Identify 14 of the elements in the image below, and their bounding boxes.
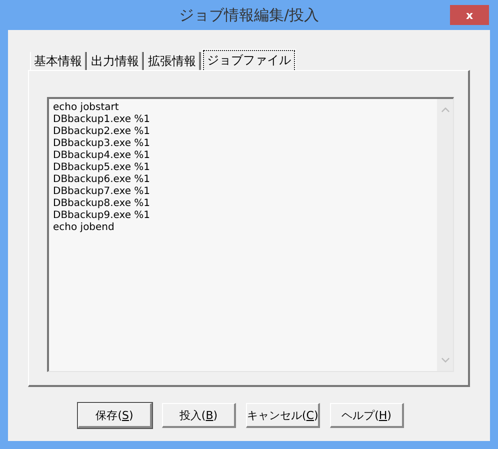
tab[interactable]: 出力情報 <box>87 52 144 70</box>
window-title: ジョブ情報編集/投入 <box>178 6 320 24</box>
job-file-editor[interactable]: echo jobstart DBbackup1.exe %1 DBbackup2.exe %1 DBbackup3.exe %1 DBbackup4.exe %1 DBbackup5.exe %1 DBbackup6.exe %1 DBbackup7.exe %1 DBbackup8.exe %1 DBbackup9.exe %1 echo jobend <box>47 97 454 372</box>
tab[interactable]: 拡張情報 <box>144 52 201 70</box>
scroll-up-icon[interactable] <box>440 107 450 113</box>
scrollbar[interactable] <box>437 99 453 371</box>
tab[interactable]: 基本情報 <box>30 52 87 70</box>
dialog-button[interactable]: 保存(S) <box>78 403 152 428</box>
dialog-button[interactable]: キャンセル(C) <box>246 403 320 428</box>
tab[interactable]: ジョブファイル <box>203 50 295 70</box>
dialog-button[interactable]: 投入(B) <box>162 403 236 428</box>
dialog-button[interactable]: ヘルプ(H) <box>330 403 404 428</box>
scroll-down-icon[interactable] <box>440 357 450 363</box>
close-button[interactable]: x <box>450 5 489 25</box>
